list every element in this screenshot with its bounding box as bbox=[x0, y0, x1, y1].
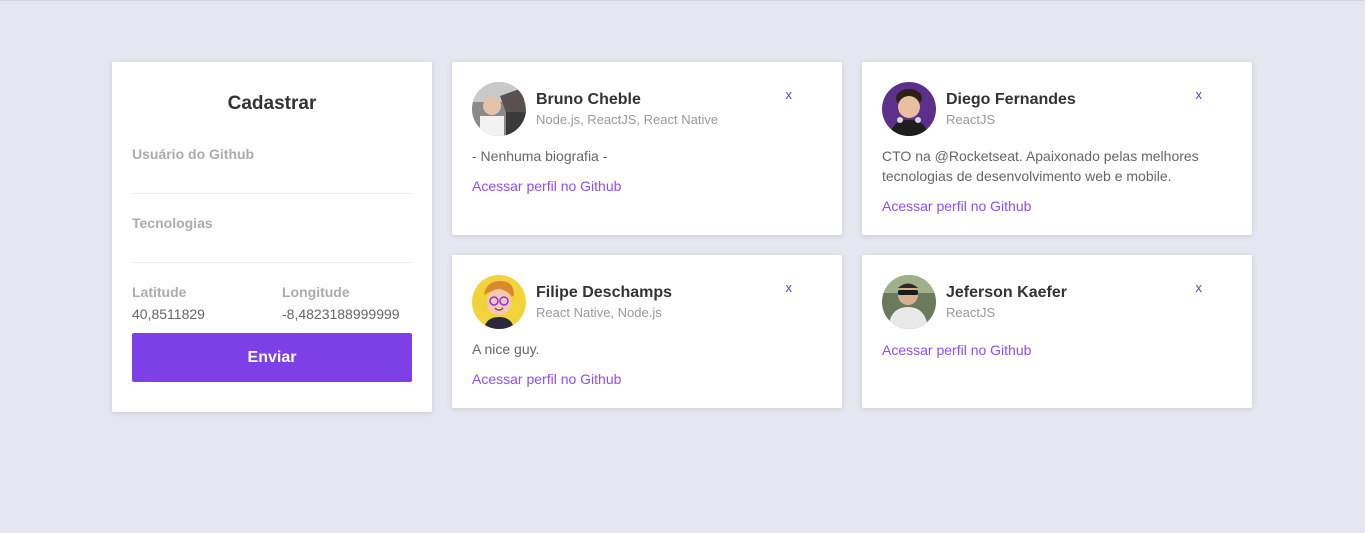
dev-header: Bruno Cheble Node.js, ReactJS, React Nat… bbox=[472, 82, 822, 136]
dev-techs: ReactJS bbox=[946, 111, 996, 127]
github-profile-link[interactable]: Acessar perfil no Github bbox=[472, 370, 822, 388]
github-profile-link[interactable]: Acessar perfil no Github bbox=[472, 177, 822, 195]
dev-techs: Node.js, ReactJS, React Native bbox=[536, 111, 719, 127]
user-info: Jeferson Kaefer ReactJS bbox=[946, 283, 1067, 322]
remove-dev-button[interactable]: x bbox=[786, 280, 793, 296]
submit-button[interactable]: Enviar bbox=[132, 333, 412, 382]
user-info: Bruno Cheble Node.js, ReactJS, React Nat… bbox=[536, 90, 718, 129]
techs-label: Tecnologias bbox=[132, 215, 213, 231]
techs-field: Tecnologias bbox=[132, 215, 412, 263]
dev-header: Jeferson Kaefer ReactJS x bbox=[882, 275, 1232, 329]
user-info: Diego Fernandes ReactJS bbox=[946, 90, 1076, 129]
photo-avatar-icon bbox=[882, 275, 936, 329]
register-form: Cadastrar Usuário do Github Tecnologias … bbox=[112, 62, 432, 412]
dev-bio: A nice guy. bbox=[472, 341, 540, 357]
dev-name: Bruno Cheble bbox=[536, 90, 641, 108]
dev-techs: React Native, Node.js bbox=[536, 304, 662, 320]
remove-dev-button[interactable]: x bbox=[786, 87, 793, 103]
dev-card: Jeferson Kaefer ReactJS x Acessar perfil… bbox=[862, 255, 1252, 408]
dev-techs: ReactJS bbox=[946, 304, 996, 320]
photo-avatar-icon bbox=[472, 82, 526, 136]
remove-dev-button[interactable]: x bbox=[1196, 87, 1203, 103]
cartoon-avatar-icon bbox=[472, 275, 526, 329]
top-divider bbox=[0, 0, 1365, 1]
longitude-label: Longitude bbox=[282, 284, 350, 300]
dev-header: Filipe Deschamps React Native, Node.js x bbox=[472, 275, 822, 329]
github-profile-link[interactable]: Acessar perfil no Github bbox=[882, 341, 1232, 359]
github-user-input[interactable] bbox=[132, 162, 412, 194]
dev-card: Filipe Deschamps React Native, Node.js x… bbox=[452, 255, 842, 408]
coordinates-group: Latitude Longitude bbox=[132, 284, 412, 326]
longitude-field: Longitude bbox=[282, 284, 412, 326]
github-profile-link[interactable]: Acessar perfil no Github bbox=[882, 197, 1232, 215]
dev-bio: - Nenhuma biografia - bbox=[472, 148, 608, 164]
dev-bio: CTO na @Rocketseat. Apaixonado pelas mel… bbox=[882, 148, 1199, 184]
dev-name: Jeferson Kaefer bbox=[946, 283, 1067, 301]
user-info: Filipe Deschamps React Native, Node.js bbox=[536, 283, 672, 322]
latitude-label: Latitude bbox=[132, 284, 187, 300]
remove-dev-button[interactable]: x bbox=[1196, 280, 1203, 296]
github-user-label: Usuário do Github bbox=[132, 146, 255, 162]
dev-name: Filipe Deschamps bbox=[536, 283, 673, 301]
techs-input[interactable] bbox=[132, 231, 412, 263]
dev-header: Diego Fernandes ReactJS x bbox=[882, 82, 1232, 136]
photo-avatar-icon bbox=[882, 82, 936, 136]
github-user-field: Usuário do Github bbox=[132, 146, 412, 194]
latitude-input[interactable] bbox=[132, 302, 262, 326]
dev-card: Diego Fernandes ReactJS x CTO na @Rocket… bbox=[862, 62, 1252, 235]
dev-name: Diego Fernandes bbox=[946, 90, 1076, 108]
form-title: Cadastrar bbox=[227, 93, 317, 114]
latitude-field: Latitude bbox=[132, 284, 262, 326]
dev-card: Bruno Cheble Node.js, ReactJS, React Nat… bbox=[452, 62, 842, 235]
longitude-input[interactable] bbox=[282, 302, 412, 326]
